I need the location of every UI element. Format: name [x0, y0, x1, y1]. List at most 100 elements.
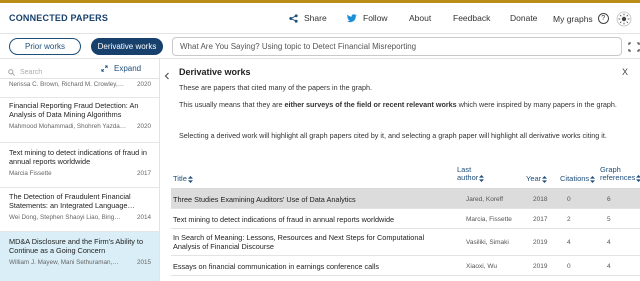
column-header-graph-references[interactable]: Graph references [600, 166, 640, 186]
column-header-title[interactable]: Title [173, 173, 193, 183]
help-icon[interactable]: ? [597, 13, 609, 24]
row-citations: 0 [567, 263, 571, 270]
paper-authors: Mahmood Mohammadi, Shohreh Yazdan… [9, 122, 127, 130]
row-author: Jared, Koreff [466, 196, 504, 203]
my-graphs-link[interactable]: My graphs ? [553, 13, 609, 24]
table-row[interactable]: Essays on financial communication in ear… [171, 256, 640, 276]
follow-label: Follow [363, 13, 388, 23]
column-header-citations[interactable]: Citations [560, 173, 596, 183]
column-label: author [457, 173, 479, 182]
row-title: In Search of Meaning: Lessons, Resources… [173, 233, 425, 251]
row-citations: 4 [567, 239, 571, 246]
sort-arrows-icon [479, 174, 485, 182]
fullscreen-icon[interactable] [628, 42, 640, 52]
collapse-panel-icon[interactable] [163, 71, 171, 81]
row-author: Marcia, Fissette [466, 216, 512, 223]
paper-authors: Nerissa C. Brown, Richard M. Crowley,… [9, 81, 125, 88]
row-year: 2017 [533, 216, 548, 223]
brand-logo[interactable]: CONNECTED PAPERS [9, 13, 108, 23]
row-year: 2019 [533, 263, 548, 270]
column-label-row: author [457, 173, 485, 182]
paper-year: 2020 [136, 122, 151, 130]
paper-title: Text mining to detect indications of fra… [9, 148, 147, 167]
paper-meta: Nerissa C. Brown, Richard M. Crowley,… 2… [9, 81, 151, 88]
row-title: Essays on financial communication in ear… [173, 262, 380, 271]
panel-instructions: Selecting a derived work will highlight … [179, 131, 607, 140]
list-item[interactable]: Financial Reporting Fraud Detection: An … [0, 101, 159, 141]
row-year: 2019 [533, 239, 548, 246]
paper-authors: Wei Dong, Stephen Shaoyi Liao, Bing… [9, 213, 121, 221]
column-year-label: Year [526, 174, 542, 183]
app-window: CONNECTED PAPERS Share Follow About Feed… [0, 0, 640, 281]
table-row[interactable]: Text mining to detect indications of fra… [171, 209, 640, 229]
paper-title: MD&A Disclosure and the Firm's Ability t… [9, 237, 143, 256]
expand-arrows-icon [101, 65, 108, 72]
paper-meta: William J. Mayew, Mani Sethuraman,… 2015 [9, 259, 151, 266]
row-title: Text mining to detect indications of fra… [173, 215, 395, 224]
list-item[interactable]: The Detection of Fraudulent Financial St… [0, 192, 159, 229]
twitter-bird-icon [347, 13, 357, 22]
sort-arrows-icon [542, 176, 548, 183]
paper-authors: Marcia Fissette [9, 169, 52, 177]
paper-meta: Marcia Fissette 2017 [9, 170, 151, 177]
row-author: Xiaoxi, Wu [466, 263, 497, 270]
row-citations: 2 [567, 216, 571, 223]
top-navigation-bar: CONNECTED PAPERS Share Follow About Feed… [0, 3, 640, 33]
list-item[interactable]: Nerissa C. Brown, Richard M. Crowley,… 2… [0, 81, 159, 94]
divider [0, 187, 159, 188]
paper-title: The Detection of Fraudulent Financial St… [9, 192, 135, 211]
panel-title: Derivative works [179, 67, 251, 77]
row-author: Vasiliki, Simaki [466, 239, 509, 246]
explanation-emphasis: either surveys of the field or recent re… [284, 100, 457, 109]
close-icon[interactable]: X [622, 67, 628, 77]
divider [0, 97, 159, 98]
graph-title-field[interactable]: What Are You Saying? Using topic to Dete… [172, 37, 622, 56]
row-year: 2018 [533, 196, 548, 203]
paper-meta: Wei Dong, Stephen Shaoyi Liao, Bing… 201… [9, 214, 151, 221]
share-icon [289, 13, 298, 23]
divider [0, 142, 159, 143]
table-row-highlighted[interactable]: Three Studies Examining Auditors' Use of… [171, 189, 640, 209]
panel-explanation: This usually means that they are either … [179, 100, 637, 110]
prior-works-button[interactable]: Prior works [9, 38, 81, 55]
row-graph-references: 4 [607, 263, 611, 270]
expand-button[interactable]: Expand [101, 64, 141, 73]
share-link[interactable]: Share [289, 13, 327, 23]
explanation-text: which were inspired by many papers in th… [456, 100, 617, 109]
panel-description: These are papers that cited many of the … [179, 83, 372, 92]
derivative-works-panel: Derivative works X These are papers that… [171, 59, 640, 281]
paper-list-panel: Search Expand Nerissa C. Brown, Richard … [0, 59, 160, 281]
paper-year: 2014 [136, 213, 151, 221]
explanation-text: This usually means that they are [179, 100, 285, 109]
sort-arrows-icon [636, 174, 640, 182]
paper-year: 2015 [136, 258, 151, 266]
about-link[interactable]: About [409, 13, 431, 23]
theme-toggle-icon[interactable] [616, 11, 632, 27]
expand-label: Expand [114, 64, 142, 73]
column-header-last-author[interactable]: Last author [457, 166, 485, 186]
table-row[interactable]: In Search of Meaning: Lessons, Resources… [171, 229, 640, 256]
paper-meta: Mahmood Mohammadi, Shohreh Yazdan… 2020 [9, 123, 151, 130]
list-item[interactable]: Text mining to detect indications of fra… [0, 148, 159, 183]
paper-year: 2017 [136, 169, 151, 177]
share-label: Share [304, 13, 327, 23]
follow-link[interactable]: Follow [347, 13, 388, 23]
donate-link[interactable]: Donate [510, 13, 537, 23]
graph-toolbar: Prior works Derivative works What Are Yo… [0, 33, 640, 59]
paper-search-input[interactable]: Search [8, 66, 88, 78]
sort-arrows-icon [187, 176, 193, 183]
column-label-row: references [600, 174, 640, 182]
selected-list-item[interactable]: MD&A Disclosure and the Firm's Ability t… [0, 232, 159, 281]
derivative-works-button[interactable]: Derivative works [91, 38, 163, 55]
column-label: references [600, 173, 636, 182]
column-citations-label: Citations [560, 174, 590, 183]
search-icon [8, 68, 15, 76]
column-header-year[interactable]: Year [526, 173, 548, 183]
paper-year: 2020 [136, 81, 151, 88]
sort-arrows-icon [590, 176, 596, 183]
feedback-link[interactable]: Feedback [453, 13, 490, 23]
my-graphs-label: My graphs [553, 13, 593, 24]
table-header: Title Last author Year Citations Graph r… [171, 166, 640, 189]
column-title-label: Title [173, 174, 187, 183]
row-graph-references: 6 [607, 196, 611, 203]
